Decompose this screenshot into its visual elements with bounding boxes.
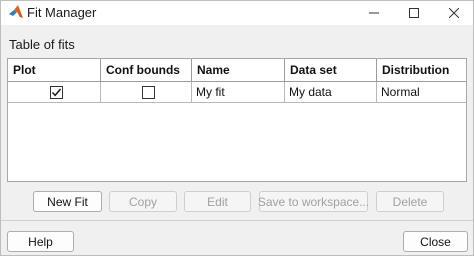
column-header-data-set[interactable]: Data set	[284, 59, 377, 82]
table-header-row: Plot Conf bounds Name Data set Distribut…	[8, 59, 466, 82]
close-button[interactable]: Close	[403, 231, 468, 252]
window-title: Fit Manager	[27, 5, 97, 20]
matlab-logo-icon	[8, 4, 24, 20]
edit-button[interactable]: Edit	[184, 191, 251, 212]
copy-button[interactable]: Copy	[109, 191, 177, 212]
column-header-conf-bounds[interactable]: Conf bounds	[100, 59, 192, 82]
close-icon	[449, 8, 459, 18]
maximize-icon	[409, 8, 419, 18]
close-window-button[interactable]	[434, 1, 474, 25]
footer-divider	[1, 220, 473, 221]
plot-cell[interactable]	[8, 81, 101, 103]
delete-button[interactable]: Delete	[376, 191, 444, 212]
minimize-button[interactable]	[354, 1, 394, 25]
plot-checkbox[interactable]	[49, 86, 63, 100]
name-cell[interactable]: My fit	[191, 81, 285, 103]
table-row[interactable]: My fit My data Normal	[8, 81, 466, 103]
help-button[interactable]: Help	[7, 231, 74, 252]
fits-table: Plot Conf bounds Name Data set Distribut…	[8, 59, 466, 103]
checkmark-icon	[51, 88, 61, 97]
conf-bounds-checkbox[interactable]	[141, 86, 155, 100]
minimize-icon	[369, 12, 379, 14]
save-to-workspace-button[interactable]: Save to workspace...	[258, 191, 369, 212]
distribution-cell[interactable]: Normal	[376, 81, 466, 103]
column-header-plot[interactable]: Plot	[8, 59, 101, 82]
column-header-name[interactable]: Name	[191, 59, 285, 82]
fits-table-panel[interactable]: Plot Conf bounds Name Data set Distribut…	[7, 58, 467, 182]
new-fit-button[interactable]: New Fit	[33, 191, 102, 212]
data-set-cell[interactable]: My data	[284, 81, 377, 103]
maximize-button[interactable]	[394, 1, 434, 25]
table-of-fits-label: Table of fits	[9, 37, 75, 52]
column-header-distribution[interactable]: Distribution	[376, 59, 466, 82]
conf-bounds-cell[interactable]	[100, 81, 192, 103]
title-bar[interactable]: Fit Manager	[1, 1, 473, 25]
fit-manager-window: Fit Manager Table of fits Plot Conf boun…	[0, 0, 474, 256]
